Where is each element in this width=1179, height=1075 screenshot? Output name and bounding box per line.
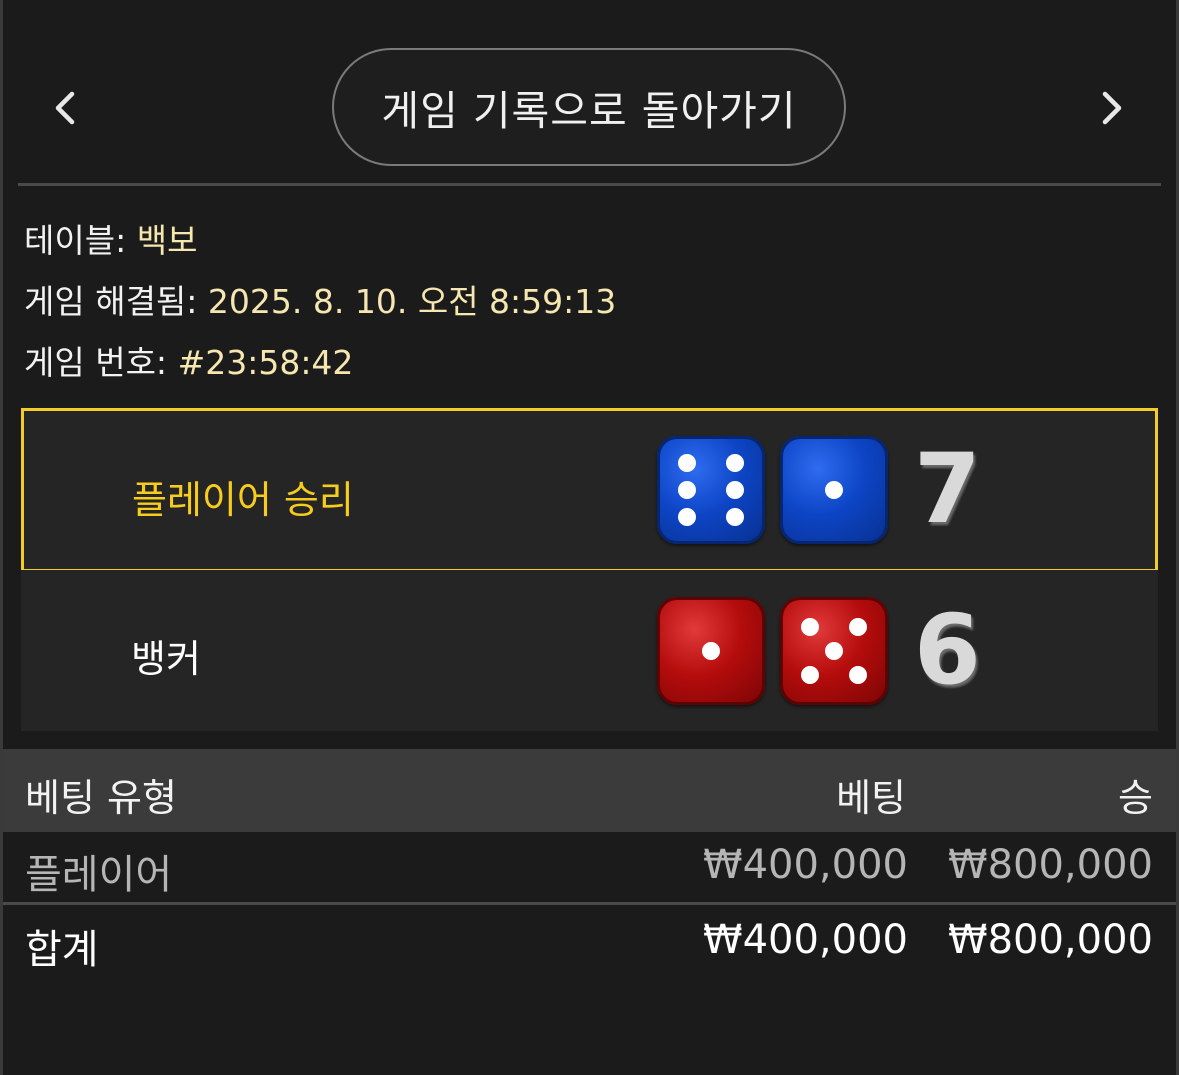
resolved-value: 2025. 8. 10. 오전 8:59:13 <box>207 282 617 321</box>
resolved-info: 게임 해결됨: 2025. 8. 10. 오전 8:59:13 <box>24 275 616 323</box>
next-game-button[interactable] <box>1083 78 1143 138</box>
win-amount-cell: ₩800,000 <box>948 842 1153 888</box>
game-number-value: #23:58:42 <box>177 343 354 382</box>
bet-type-header: 베팅 유형 <box>25 776 177 820</box>
win-amount-header: 승 <box>1118 776 1153 820</box>
header-divider <box>18 183 1161 186</box>
die-pip <box>825 481 843 499</box>
total-win-amount: ₩800,000 <box>948 917 1153 963</box>
die-pip <box>848 665 867 684</box>
banker-score: 6 <box>914 594 981 706</box>
die-pip <box>801 665 820 684</box>
die-pip <box>801 618 820 637</box>
die-pip <box>678 481 697 499</box>
player-die-1 <box>657 436 765 544</box>
banker-die-2 <box>780 597 888 705</box>
player-die-2 <box>780 436 888 544</box>
player-result-label: 플레이어 승리 <box>132 478 354 522</box>
die-pip <box>848 618 867 637</box>
resolved-label: 게임 해결됨: <box>24 282 198 321</box>
previous-game-button[interactable] <box>34 78 94 138</box>
banker-result-label: 뱅커 <box>131 637 201 681</box>
player-score: 7 <box>914 433 981 545</box>
die-pip <box>678 454 697 472</box>
die-pip <box>725 508 744 526</box>
bet-type-cell: 플레이어 <box>25 852 173 898</box>
table-label: 테이블: <box>24 221 127 260</box>
die-pip <box>725 454 744 472</box>
banker-die-1 <box>657 597 765 705</box>
bet-amount-header: 베팅 <box>836 776 906 820</box>
back-to-history-button[interactable]: 게임 기록으로 돌아가기 <box>332 48 846 166</box>
bet-amount-cell: ₩400,000 <box>703 842 908 888</box>
table-value: 백보 <box>136 221 198 260</box>
die-pip <box>678 508 697 526</box>
die-pip <box>725 481 744 499</box>
chevron-right-icon <box>1102 91 1122 125</box>
bets-table-header: 베팅 유형 베팅 승 <box>3 749 1176 832</box>
table-row: 플레이어 ₩400,000 ₩800,000 <box>3 832 1176 902</box>
total-bet-amount: ₩400,000 <box>703 917 908 963</box>
banker-result-row: 뱅커 6 <box>21 570 1158 731</box>
total-label: 합계 <box>25 927 99 973</box>
game-number-label: 게임 번호: <box>24 343 168 382</box>
die-pip <box>825 642 843 660</box>
game-number-info: 게임 번호: #23:58:42 <box>24 336 353 384</box>
total-row: 합계 ₩400,000 ₩800,000 <box>3 905 1176 975</box>
player-result-row: 플레이어 승리 7 <box>21 408 1158 572</box>
table-info: 테이블: 백보 <box>24 214 197 262</box>
chevron-left-icon <box>55 91 75 125</box>
die-pip <box>702 642 720 660</box>
